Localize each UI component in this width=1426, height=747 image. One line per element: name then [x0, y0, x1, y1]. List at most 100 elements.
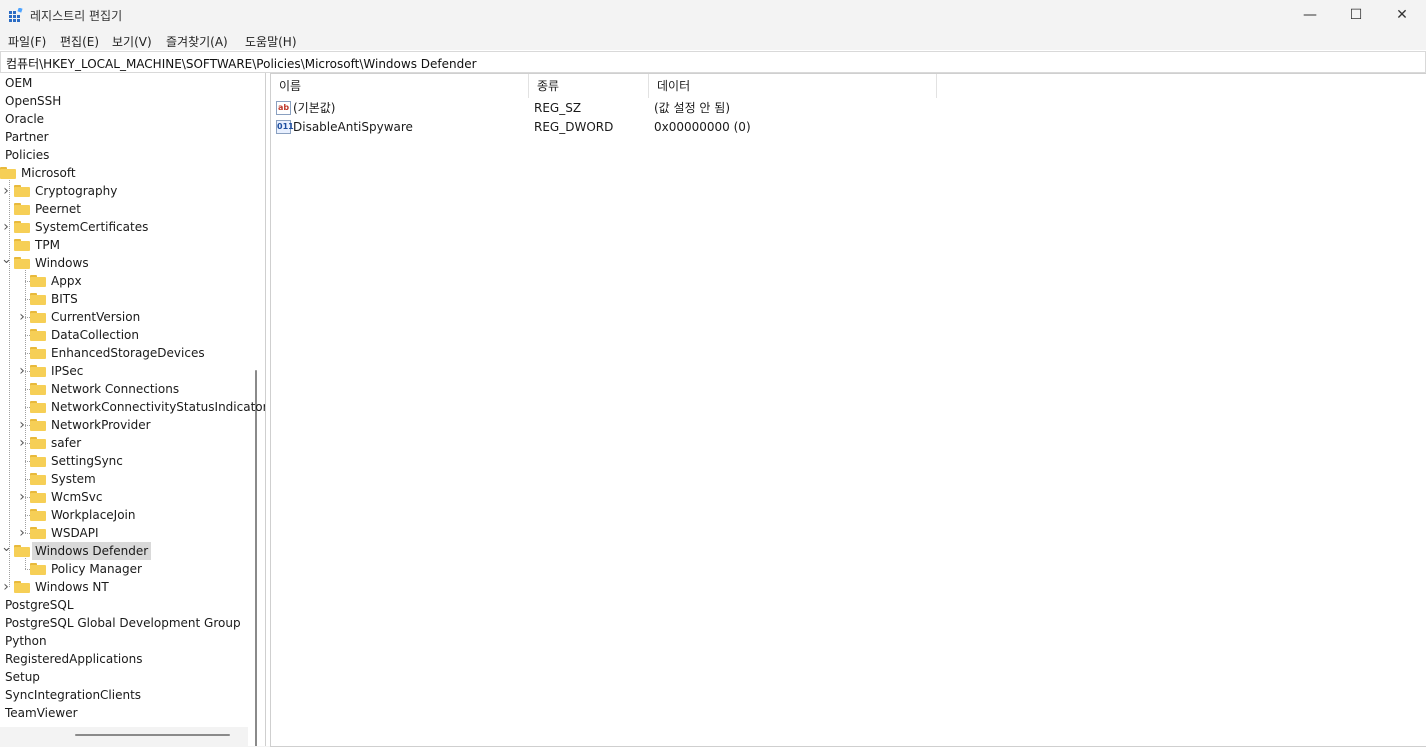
- folder-icon: [14, 221, 30, 233]
- folder-icon: [14, 185, 30, 197]
- tree-item[interactable]: SyncIntegrationClients: [2, 686, 144, 704]
- tree-item[interactable]: TeamViewer: [2, 704, 81, 722]
- tree-item[interactable]: IPSec: [30, 362, 86, 380]
- tree-item-label: Setup: [5, 670, 40, 684]
- tree-item[interactable]: Windows NT: [14, 578, 112, 596]
- folder-icon: [30, 401, 46, 413]
- maximize-icon: ☐: [1349, 7, 1363, 23]
- tree-item-label: CurrentVersion: [51, 310, 141, 324]
- column-header-name[interactable]: 이름: [271, 74, 529, 98]
- folder-icon: [30, 383, 46, 395]
- value-data: 0x00000000 (0): [654, 120, 751, 134]
- tree-item-label: Partner: [5, 130, 49, 144]
- tree-item[interactable]: WcmSvc: [30, 488, 105, 506]
- menu-file[interactable]: 파일(F): [8, 33, 46, 50]
- menu-bar: 파일(F) 편집(E) 보기(V) 즐겨찾기(A) 도움말(H): [0, 30, 1426, 50]
- tree-item[interactable]: Network Connections: [30, 380, 182, 398]
- tree-item[interactable]: Appx: [30, 272, 85, 290]
- tree-item-label: Oracle: [5, 112, 45, 126]
- horizontal-scrollbar-thumb[interactable]: [75, 734, 230, 736]
- value-name: DisableAntiSpyware: [293, 120, 413, 134]
- minimize-button[interactable]: —: [1287, 0, 1333, 30]
- folder-icon: [30, 473, 46, 485]
- address-path[interactable]: 컴퓨터\HKEY_LOCAL_MACHINE\SOFTWARE\Policies…: [6, 55, 477, 72]
- tree-item-label: WcmSvc: [51, 490, 103, 504]
- vertical-scrollbar-thumb[interactable]: [255, 370, 257, 746]
- tree-item[interactable]: EnhancedStorageDevices: [30, 344, 208, 362]
- tree-item-label: TPM: [35, 238, 60, 252]
- maximize-button[interactable]: ☐: [1333, 0, 1379, 30]
- tree-item[interactable]: SystemCertificates: [14, 218, 151, 236]
- value-row[interactable]: 011 DisableAntiSpyware REG_DWORD 0x00000…: [271, 117, 971, 137]
- tree-item[interactable]: System: [30, 470, 99, 488]
- binary-value-icon: 011: [276, 120, 294, 134]
- menu-favorites[interactable]: 즐겨찾기(A): [166, 33, 228, 50]
- value-row[interactable]: ab (기본값) REG_SZ (값 설정 안 됨): [271, 98, 971, 118]
- tree-item[interactable]: Microsoft: [0, 164, 79, 182]
- tree-item-label: PostgreSQL Global Development Group: [5, 616, 241, 630]
- tree-item-label: Network Connections: [51, 382, 180, 396]
- tree-item[interactable]: TPM: [14, 236, 63, 254]
- address-bar[interactable]: 컴퓨터\HKEY_LOCAL_MACHINE\SOFTWARE\Policies…: [0, 51, 1426, 73]
- tree-item[interactable]: Setup: [2, 668, 43, 686]
- tree-item[interactable]: NetworkConnectivityStatusIndicator: [30, 398, 265, 416]
- tree-item[interactable]: BITS: [30, 290, 81, 308]
- tree-item-label: TeamViewer: [5, 706, 78, 720]
- tree-item-label: Policies: [5, 148, 50, 162]
- menu-help[interactable]: 도움말(H): [245, 33, 297, 50]
- tree-item[interactable]: Windows Defender: [14, 542, 152, 560]
- tree-item[interactable]: Cryptography: [14, 182, 120, 200]
- tree-connector: [25, 569, 30, 570]
- folder-icon: [30, 293, 46, 305]
- tree-item[interactable]: SettingSync: [30, 452, 126, 470]
- tree-item[interactable]: safer: [30, 434, 84, 452]
- column-header-type[interactable]: 종류: [529, 74, 649, 98]
- horizontal-scrollbar-track[interactable]: [0, 727, 248, 746]
- registry-app-icon: [9, 8, 23, 22]
- title-bar[interactable]: 레지스트리 편집기 — ☐ ✕: [0, 0, 1426, 30]
- folder-icon: [14, 257, 30, 269]
- folder-icon: [30, 275, 46, 287]
- tree-item-label: Windows NT: [35, 580, 109, 594]
- tree-item-label: SystemCertificates: [35, 220, 149, 234]
- tree-item-label: PostgreSQL: [5, 598, 74, 612]
- folder-icon: [30, 527, 46, 539]
- tree-item[interactable]: CurrentVersion: [30, 308, 143, 326]
- tree-item[interactable]: Policy Manager: [30, 560, 145, 578]
- menu-edit[interactable]: 편집(E): [60, 33, 99, 50]
- folder-icon: [14, 203, 30, 215]
- value-name: (기본값): [293, 101, 336, 115]
- menu-view[interactable]: 보기(V): [112, 33, 152, 50]
- value-list-pane[interactable]: 이름 종류 데이터 ab (기본값) REG_SZ (값 설정 안 됨) 011…: [270, 73, 1426, 747]
- tree-item-label: RegisteredApplications: [5, 652, 143, 666]
- tree-item[interactable]: Partner: [2, 128, 52, 146]
- tree-item-label: Appx: [51, 274, 82, 288]
- tree-item[interactable]: WorkplaceJoin: [30, 506, 139, 524]
- tree-item[interactable]: Peernet: [14, 200, 84, 218]
- tree-item-label: DataCollection: [51, 328, 140, 342]
- tree-item[interactable]: PostgreSQL Global Development Group: [2, 614, 244, 632]
- tree-item[interactable]: OpenSSH: [2, 92, 64, 110]
- folder-icon: [0, 167, 16, 179]
- value-type: REG_SZ: [534, 101, 582, 115]
- tree-item[interactable]: DataCollection: [30, 326, 142, 344]
- key-tree-pane[interactable]: OEM OpenSSH Oracle Partner Policies Microsoft…: [0, 73, 266, 746]
- tree-item-label: BITS: [51, 292, 78, 306]
- tree-item[interactable]: OEM: [2, 74, 35, 92]
- column-header-data[interactable]: 데이터: [649, 74, 937, 98]
- tree-item[interactable]: Policies: [2, 146, 52, 164]
- tree-item[interactable]: Oracle: [2, 110, 47, 128]
- tree-item[interactable]: Python: [2, 632, 50, 650]
- tree-item[interactable]: WSDAPI: [30, 524, 102, 542]
- tree-item[interactable]: NetworkProvider: [30, 416, 154, 434]
- value-type: REG_DWORD: [534, 120, 614, 134]
- minimize-icon: —: [1303, 7, 1317, 23]
- close-button[interactable]: ✕: [1379, 0, 1425, 30]
- tree-item[interactable]: RegisteredApplications: [2, 650, 145, 668]
- close-icon: ✕: [1396, 7, 1408, 23]
- tree-item-label: Windows Defender: [32, 542, 152, 560]
- value-data: (값 설정 안 됨): [654, 101, 731, 115]
- folder-icon: [30, 311, 46, 323]
- tree-item[interactable]: PostgreSQL: [2, 596, 77, 614]
- tree-connector: [25, 270, 26, 533]
